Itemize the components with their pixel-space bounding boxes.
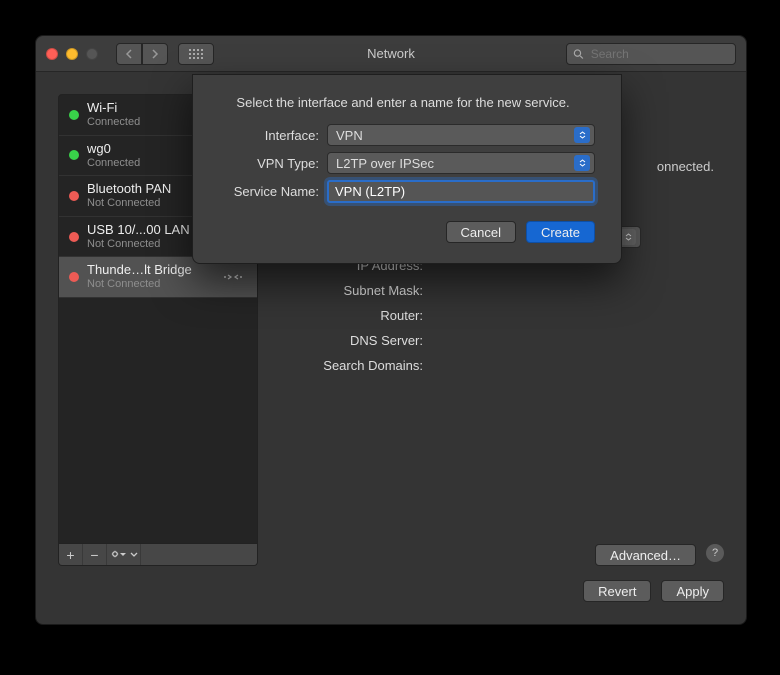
search-domains-label: Search Domains: [276, 358, 431, 373]
service-name-label: Service Name: [211, 184, 327, 199]
chevrons-icon [574, 155, 590, 171]
zoom-window-icon[interactable] [86, 48, 98, 60]
create-button[interactable]: Create [526, 221, 595, 243]
search-icon [573, 48, 584, 60]
service-status: Not Connected [87, 278, 211, 291]
status-dot-icon [69, 272, 79, 282]
search-field[interactable] [566, 43, 736, 65]
advanced-row: Advanced… ? [276, 544, 724, 566]
status-dot-icon [69, 191, 79, 201]
close-window-icon[interactable] [46, 48, 58, 60]
window-footer: Revert Apply [58, 580, 724, 602]
vpn-type-label: VPN Type: [211, 156, 327, 171]
interface-select[interactable]: VPN [327, 124, 595, 146]
interface-label: Interface: [211, 128, 327, 143]
vpn-type-select-value: L2TP over IPSec [336, 156, 434, 171]
help-button[interactable]: ? [706, 544, 724, 562]
forward-button[interactable] [142, 43, 168, 65]
advanced-button[interactable]: Advanced… [595, 544, 696, 566]
nav-buttons [116, 43, 168, 65]
search-input[interactable] [589, 46, 729, 62]
chevrons-icon [620, 229, 636, 245]
window-controls [46, 48, 98, 60]
vpn-type-select[interactable]: L2TP over IPSec [327, 152, 595, 174]
subnet-mask-label: Subnet Mask: [276, 283, 431, 298]
show-all-button[interactable] [178, 43, 214, 65]
cancel-button[interactable]: Cancel [446, 221, 516, 243]
chevrons-icon [574, 127, 590, 143]
services-toolbar: + − [58, 544, 258, 566]
back-button[interactable] [116, 43, 142, 65]
service-actions-menu[interactable] [107, 544, 141, 565]
apply-button[interactable]: Apply [661, 580, 724, 602]
service-name-input[interactable] [327, 180, 595, 203]
status-dot-icon [69, 232, 79, 242]
ethernet-icon [219, 266, 247, 288]
router-label: Router: [276, 308, 431, 323]
sheet-prompt: Select the interface and enter a name fo… [211, 95, 595, 110]
status-dot-icon [69, 110, 79, 120]
interface-select-value: VPN [336, 128, 363, 143]
service-name: Thunde…lt Bridge [87, 263, 211, 278]
new-service-sheet: Select the interface and enter a name fo… [192, 74, 622, 264]
titlebar: Network [36, 36, 746, 72]
status-text-fragment: onnected. [657, 159, 714, 174]
minimize-window-icon[interactable] [66, 48, 78, 60]
revert-button[interactable]: Revert [583, 580, 651, 602]
add-service-button[interactable]: + [59, 544, 83, 565]
network-prefs-window: Network Wi-Fi Connected [35, 35, 747, 625]
status-dot-icon [69, 150, 79, 160]
dns-server-label: DNS Server: [276, 333, 431, 348]
remove-service-button[interactable]: − [83, 544, 107, 565]
